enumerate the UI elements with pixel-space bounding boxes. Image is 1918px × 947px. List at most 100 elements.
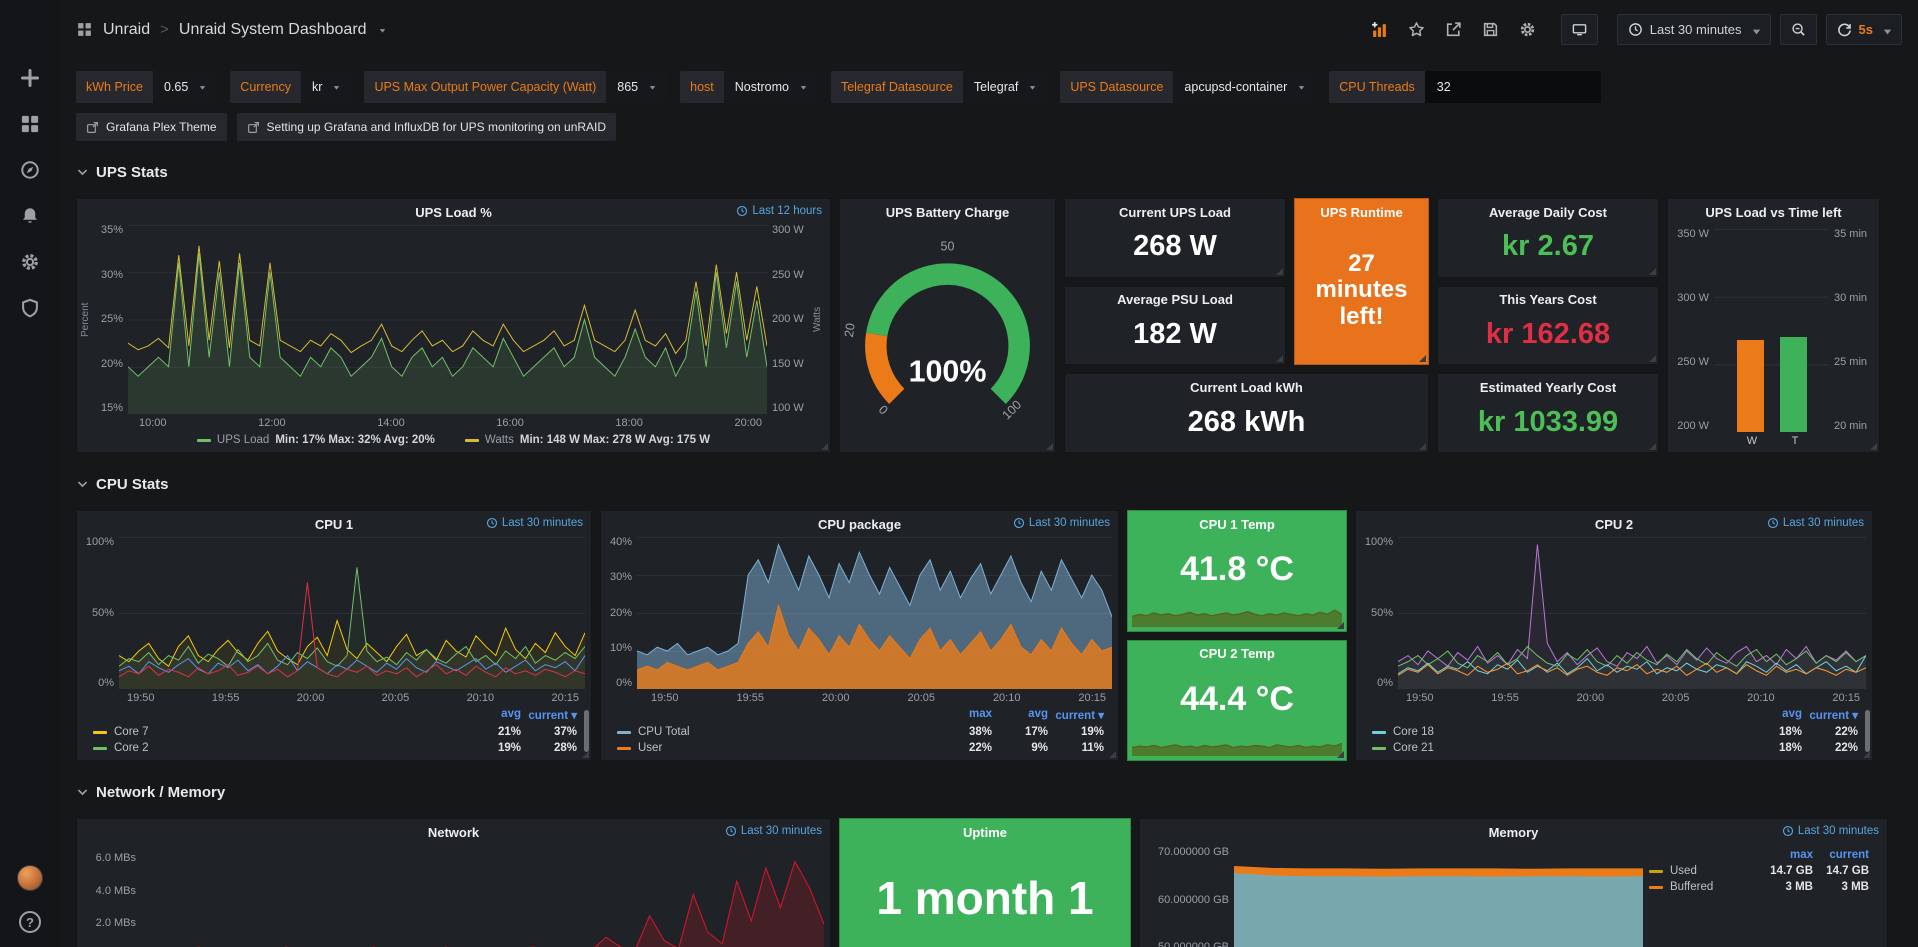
add-panel-button[interactable]	[1366, 16, 1394, 44]
panel-title[interactable]: CPU package Last 30 minutes	[601, 511, 1118, 537]
legend-row[interactable]: Used14.7 GB14.7 GB	[1649, 865, 1869, 877]
axis-tick: 20:00	[1577, 692, 1605, 704]
link-ups-monitoring-guide[interactable]: Setting up Grafana and InfluxDB for UPS …	[237, 113, 617, 141]
section-ups-stats[interactable]: UPS Stats	[76, 159, 1902, 186]
navbar-actions: Last 30 minutes 5s	[1366, 14, 1902, 45]
variable-host[interactable]: host Nostromo	[680, 71, 819, 103]
legend-row[interactable]: CPU Total38%17%19%	[617, 726, 1104, 738]
bar-time-left[interactable]	[1780, 337, 1807, 432]
variable-kwh-price[interactable]: kWh Price 0.65	[76, 71, 218, 103]
variable-telegraf-datasource[interactable]: Telegraf Datasource Telegraf	[831, 71, 1048, 103]
cpu-threads-input[interactable]	[1425, 71, 1601, 103]
panel-title[interactable]: CPU 2 Temp	[1128, 641, 1346, 667]
legend-row[interactable]: Core 1818%22%	[1372, 726, 1858, 738]
variable-value[interactable]: kr	[302, 71, 352, 103]
dashboard-settings-button[interactable]	[1514, 16, 1542, 44]
panel-time-badge[interactable]: Last 30 minutes	[486, 517, 583, 529]
legend-header[interactable]: maxcurrent	[1649, 849, 1869, 861]
save-dashboard-button[interactable]	[1477, 16, 1505, 44]
variable-value[interactable]: 865	[607, 71, 668, 103]
section-cpu-stats[interactable]: CPU Stats	[76, 471, 1902, 498]
panel-title[interactable]: Uptime	[840, 819, 1130, 845]
legend-item[interactable]: WattsMin: 148 W Max: 278 W Avg: 175 W	[465, 434, 710, 446]
panel-title[interactable]: UPS Load vs Time left	[1668, 199, 1879, 225]
variable-value[interactable]: 0.65	[154, 71, 218, 103]
panel-time-badge[interactable]: Last 30 minutes	[1767, 517, 1864, 529]
legend-header[interactable]: avgcurrent ▾	[93, 708, 577, 722]
refresh-interval-label[interactable]: 5s	[1859, 22, 1873, 37]
alerting-bell-icon[interactable]	[20, 206, 40, 226]
apps-grid-icon[interactable]	[76, 21, 93, 38]
panel-time-badge[interactable]: Last 30 minutes	[725, 825, 822, 837]
variable-ups-datasource[interactable]: UPS Datasource apcupsd-container	[1060, 71, 1317, 103]
user-avatar[interactable]	[17, 865, 43, 891]
panel-title[interactable]: CPU 2 Last 30 minutes	[1356, 511, 1872, 537]
legend-row[interactable]: Core 219%28%	[93, 742, 577, 754]
legend-item[interactable]: UPS LoadMin: 17% Max: 32% Avg: 20%	[197, 434, 435, 446]
battery-gauge[interactable]: 02050100100%	[840, 225, 1055, 452]
time-picker-button[interactable]: Last 30 minutes	[1617, 14, 1771, 45]
panel-title[interactable]: Estimated Yearly Cost	[1438, 374, 1658, 400]
panel-title[interactable]: UPS Battery Charge	[840, 199, 1055, 225]
zoom-out-time-button[interactable]	[1780, 14, 1817, 45]
panel-title[interactable]: UPS Load % Last 12 hours	[77, 199, 830, 225]
axis-tick: 19:55	[736, 692, 764, 704]
panel-title[interactable]: CPU 1 Last 30 minutes	[77, 511, 591, 537]
chevron-down-icon	[1296, 82, 1307, 93]
chevron-down-icon	[1749, 24, 1760, 35]
variable-value[interactable]: Telegraf	[964, 71, 1048, 103]
star-dashboard-button[interactable]	[1403, 16, 1431, 44]
cycle-view-button[interactable]	[1561, 14, 1598, 45]
dashboards-icon[interactable]	[20, 114, 40, 134]
axis-tick: 14:00	[377, 417, 405, 429]
panel-title[interactable]: This Years Cost	[1438, 287, 1658, 313]
legend-header[interactable]: avgcurrent ▾	[1372, 708, 1858, 722]
variable-ups-max-power[interactable]: UPS Max Output Power Capacity (Watt) 865	[364, 71, 668, 103]
panel-time-badge[interactable]: Last 30 minutes	[1013, 517, 1110, 529]
panel-title[interactable]: Memory Last 30 minutes	[1140, 819, 1887, 845]
cpu1-chart[interactable]	[119, 537, 585, 689]
panel-title[interactable]: Average Daily Cost	[1438, 199, 1658, 225]
panel-title[interactable]: CPU 1 Temp	[1128, 511, 1346, 537]
axis-tick: 19:50	[1406, 692, 1434, 704]
legend-row[interactable]: User22%9%11%	[617, 742, 1104, 754]
legend-row[interactable]: Core 721%37%	[93, 726, 577, 738]
panel-title[interactable]: UPS Runtime	[1295, 199, 1428, 225]
panel-time-badge[interactable]: Last 12 hours	[736, 205, 822, 217]
panel-title[interactable]: Current Load kWh	[1065, 374, 1428, 400]
variable-currency[interactable]: Currency kr	[230, 71, 352, 103]
legend-row[interactable]: Buffered3 MB3 MB	[1649, 881, 1869, 893]
bar-watts[interactable]	[1737, 340, 1764, 432]
variable-value[interactable]: Nostromo	[725, 71, 819, 103]
axis-tick: 20:00	[822, 692, 850, 704]
legend-scrollbar[interactable]	[584, 710, 589, 752]
breadcrumb-app[interactable]: Unraid	[103, 21, 150, 39]
ups-load-chart[interactable]	[128, 225, 767, 414]
bar-x-labels: WT	[1668, 432, 1879, 452]
chevron-down-icon[interactable]	[377, 24, 388, 35]
panel-title[interactable]: Network Last 30 minutes	[77, 819, 830, 845]
link-grafana-plex-theme[interactable]: Grafana Plex Theme	[76, 113, 227, 141]
refresh-button[interactable]: 5s	[1826, 14, 1902, 45]
server-admin-shield-icon[interactable]	[20, 298, 40, 318]
grafana-logo[interactable]	[12, 10, 48, 46]
cpu-package-chart[interactable]	[637, 537, 1112, 689]
panel-time-badge[interactable]: Last 30 minutes	[1782, 825, 1879, 837]
help-icon[interactable]: ?	[19, 911, 41, 933]
create-plus-icon[interactable]	[20, 68, 40, 88]
legend-row[interactable]: Core 2118%22%	[1372, 742, 1858, 754]
memory-chart[interactable]	[1234, 845, 1643, 947]
network-chart[interactable]	[141, 845, 824, 947]
share-dashboard-button[interactable]	[1440, 16, 1468, 44]
legend-scrollbar[interactable]	[1865, 710, 1870, 752]
panel-title[interactable]: Average PSU Load	[1065, 287, 1285, 313]
panel-ups-load: UPS Load % Last 12 hours Percent 35%30%2…	[76, 198, 831, 453]
panel-title[interactable]: Current UPS Load	[1065, 199, 1285, 225]
legend-header[interactable]: maxavgcurrent ▾	[617, 708, 1104, 722]
section-network-memory[interactable]: Network / Memory	[76, 779, 1902, 806]
explore-compass-icon[interactable]	[20, 160, 40, 180]
cpu2-chart[interactable]	[1398, 537, 1866, 689]
variable-value[interactable]: apcupsd-container	[1174, 71, 1317, 103]
configuration-gear-icon[interactable]	[20, 252, 40, 272]
dashboard-title[interactable]: Unraid System Dashboard	[179, 21, 367, 39]
